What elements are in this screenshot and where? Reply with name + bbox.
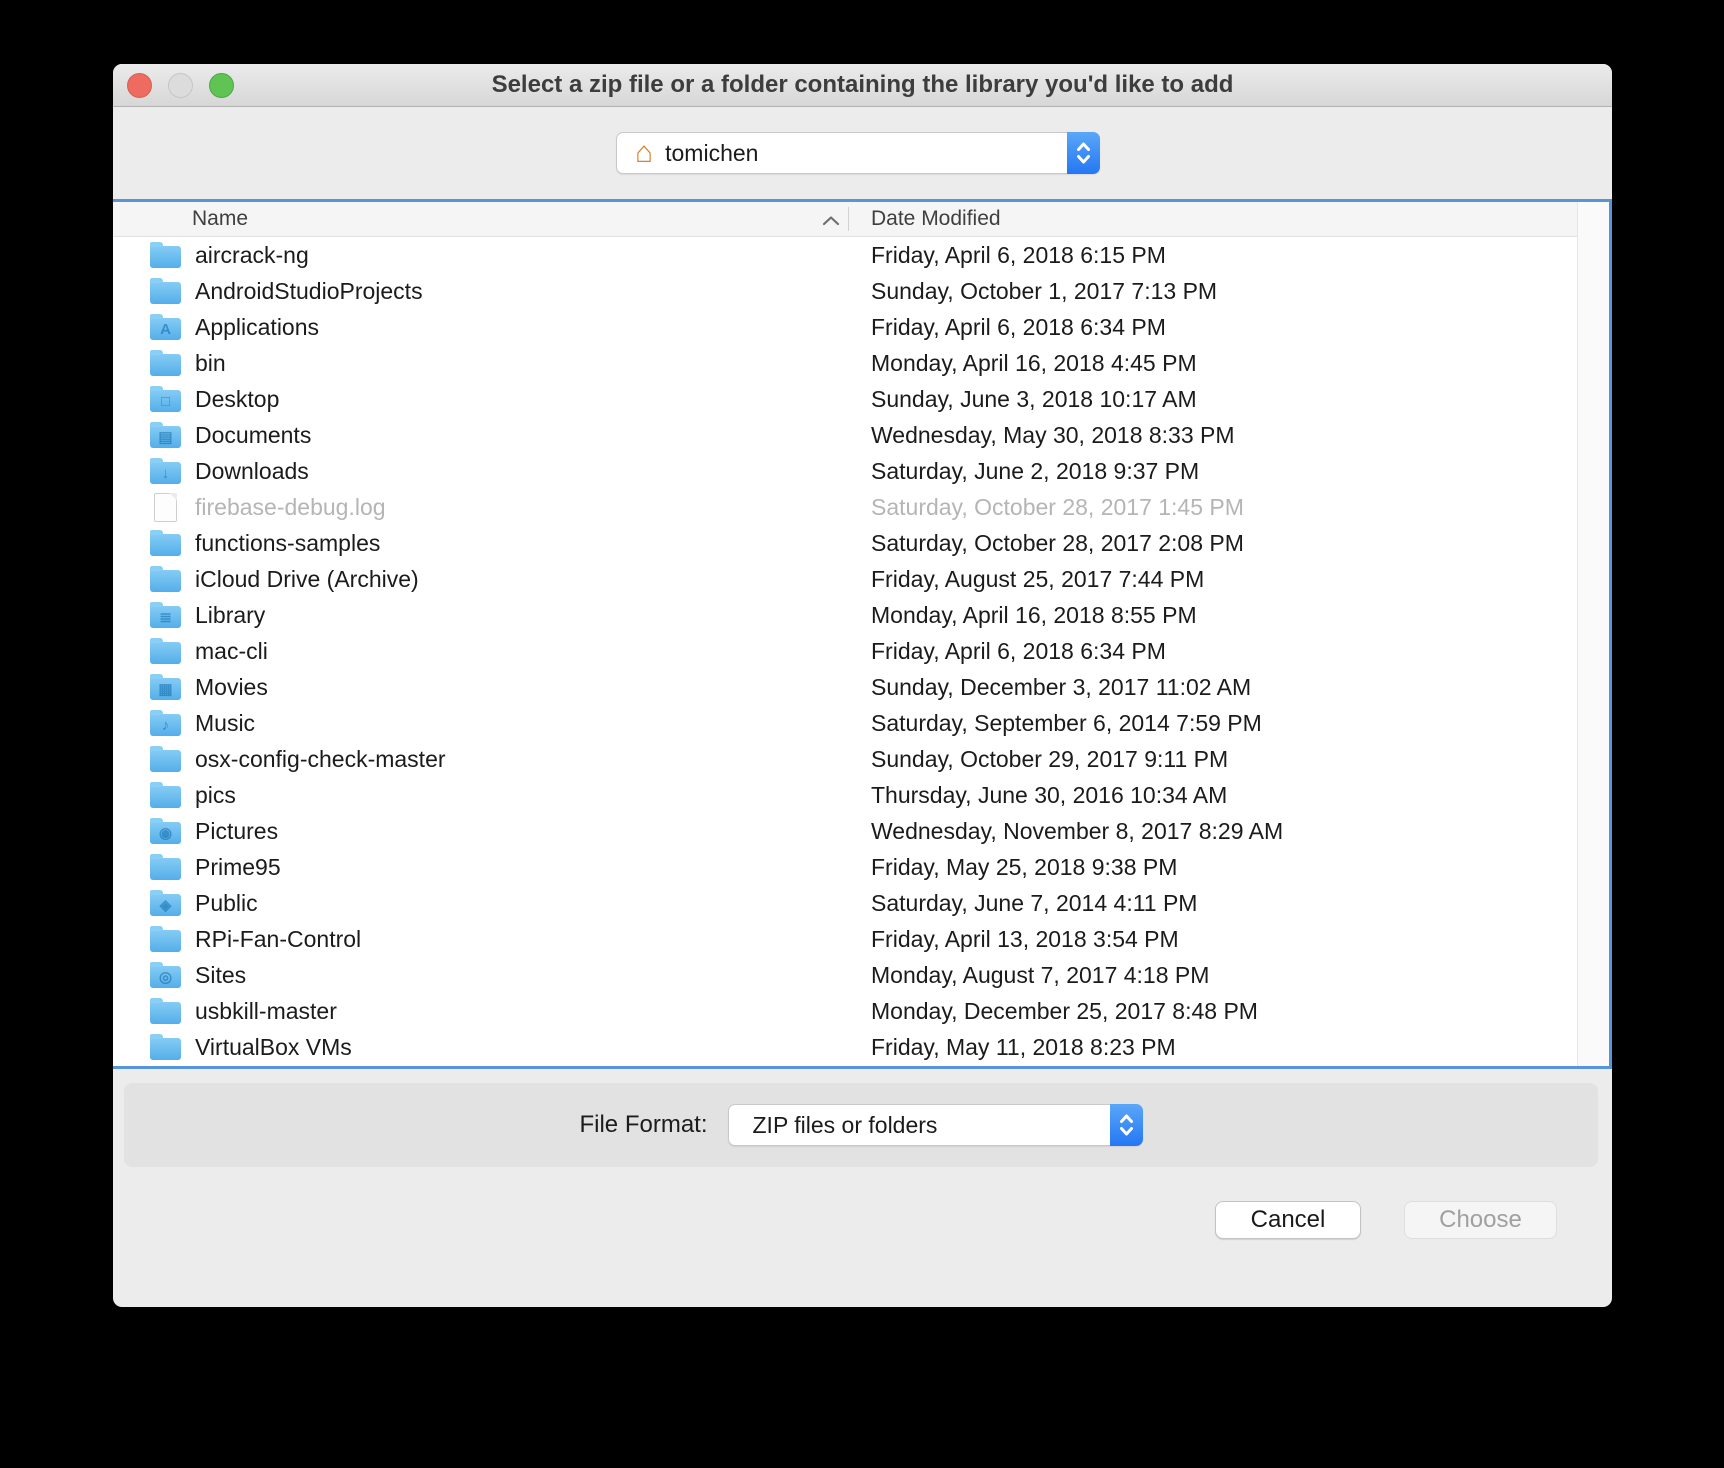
file-date: Friday, May 25, 2018 9:38 PM (871, 854, 1177, 880)
file-date: Monday, August 7, 2017 4:18 PM (871, 962, 1209, 988)
window-title: Select a zip file or a folder containing… (492, 71, 1234, 99)
toolbar: ⌂ tomichen (113, 107, 1612, 199)
file-date: Sunday, October 1, 2017 7:13 PM (871, 278, 1217, 304)
file-row[interactable]: mac-cli Friday, April 6, 2018 6:34 PM (113, 633, 1609, 669)
zoom-button[interactable] (209, 73, 234, 98)
file-row[interactable]: ↓ Downloads Saturday, June 2, 2018 9:37 … (113, 453, 1609, 489)
file-date: Monday, April 16, 2018 4:45 PM (871, 350, 1197, 376)
file-row[interactable]: bin Monday, April 16, 2018 4:45 PM (113, 345, 1609, 381)
cancel-button[interactable]: Cancel (1215, 1201, 1361, 1239)
file-date: Monday, April 16, 2018 8:55 PM (871, 602, 1197, 628)
file-name: Sites (195, 962, 246, 989)
file-date: Saturday, October 28, 2017 2:08 PM (871, 530, 1244, 556)
file-row[interactable]: ◈ Public Saturday, June 7, 2014 4:11 PM (113, 885, 1609, 921)
file-name: Applications (195, 314, 319, 341)
column-divider (848, 207, 849, 231)
file-name: aircrack-ng (195, 242, 309, 269)
file-row[interactable]: RPi-Fan-Control Friday, April 13, 2018 3… (113, 921, 1609, 957)
file-list-header: Name Date Modified (113, 202, 1609, 237)
file-date: Wednesday, May 30, 2018 8:33 PM (871, 422, 1235, 448)
file-row[interactable]: ≣ Library Monday, April 16, 2018 8:55 PM (113, 597, 1609, 633)
close-button[interactable] (127, 73, 152, 98)
file-name: osx-config-check-master (195, 746, 446, 773)
file-date: Thursday, June 30, 2016 10:34 AM (871, 782, 1227, 808)
location-stepper[interactable] (1067, 132, 1100, 174)
file-row[interactable]: osx-config-check-master Sunday, October … (113, 741, 1609, 777)
file-row[interactable]: ▤ Documents Wednesday, May 30, 2018 8:33… (113, 417, 1609, 453)
file-date: Saturday, June 7, 2014 4:11 PM (871, 890, 1197, 916)
traffic-lights (127, 64, 234, 106)
file-row[interactable]: Prime95 Friday, May 25, 2018 9:38 PM (113, 849, 1609, 885)
file-date: Friday, April 6, 2018 6:34 PM (871, 314, 1166, 340)
file-date: Friday, May 11, 2018 8:23 PM (871, 1034, 1176, 1060)
file-format-stepper[interactable] (1110, 1104, 1143, 1146)
up-down-chevrons-icon (1076, 139, 1091, 167)
file-name: bin (195, 350, 226, 377)
file-name: usbkill-master (195, 998, 337, 1025)
file-name: Desktop (195, 386, 279, 413)
file-date: Friday, April 13, 2018 3:54 PM (871, 926, 1179, 952)
choose-button: Choose (1404, 1201, 1557, 1239)
file-name: Documents (195, 422, 311, 449)
file-date: Friday, April 6, 2018 6:15 PM (871, 242, 1166, 268)
file-name: RPi-Fan-Control (195, 926, 361, 953)
file-row[interactable]: ◉ Pictures Wednesday, November 8, 2017 8… (113, 813, 1609, 849)
file-format-select[interactable]: ZIP files or folders (728, 1104, 1143, 1146)
file-format-panel: File Format: ZIP files or folders (124, 1083, 1598, 1167)
file-row[interactable]: ♪ Music Saturday, September 6, 2014 7:59… (113, 705, 1609, 741)
file-date: Saturday, September 6, 2014 7:59 PM (871, 710, 1262, 736)
file-name: Downloads (195, 458, 309, 485)
file-date: Saturday, June 2, 2018 9:37 PM (871, 458, 1199, 484)
location-select[interactable]: ⌂ tomichen (616, 132, 1100, 174)
file-name: VirtualBox VMs (195, 1034, 352, 1061)
file-name: functions-samples (195, 530, 380, 557)
file-name: pics (195, 782, 236, 809)
file-date: Sunday, October 29, 2017 9:11 PM (871, 746, 1228, 772)
file-picker-dialog: Select a zip file or a folder containing… (113, 64, 1612, 1307)
file-list-rows: aircrack-ng Friday, April 6, 2018 6:15 P… (113, 237, 1609, 1066)
file-row[interactable]: ◎ Sites Monday, August 7, 2017 4:18 PM (113, 957, 1609, 993)
column-header-name[interactable]: Name (192, 207, 248, 231)
file-row[interactable]: functions-samples Saturday, October 28, … (113, 525, 1609, 561)
sort-ascending-icon (821, 210, 841, 234)
file-row[interactable]: A Applications Friday, April 6, 2018 6:3… (113, 309, 1609, 345)
file-date: Monday, December 25, 2017 8:48 PM (871, 998, 1258, 1024)
file-name: firebase-debug.log (195, 494, 386, 521)
file-row[interactable]: VirtualBox VMs Friday, May 11, 2018 8:23… (113, 1029, 1609, 1065)
file-list: Name Date Modified aircrack-ng Friday, A… (113, 199, 1612, 1069)
titlebar: Select a zip file or a folder containing… (113, 64, 1612, 107)
home-icon: ⌂ (635, 138, 653, 168)
up-down-chevrons-icon (1119, 1111, 1134, 1139)
file-name: Movies (195, 674, 268, 701)
file-name: iCloud Drive (Archive) (195, 566, 419, 593)
file-format-label: File Format: (579, 1111, 707, 1139)
file-row[interactable]: □ Desktop Sunday, June 3, 2018 10:17 AM (113, 381, 1609, 417)
file-row: firebase-debug.log Saturday, October 28,… (113, 489, 1609, 525)
file-date: Friday, April 6, 2018 6:34 PM (871, 638, 1166, 664)
file-name: mac-cli (195, 638, 268, 665)
location-value: tomichen (665, 140, 758, 167)
file-row[interactable]: iCloud Drive (Archive) Friday, August 25… (113, 561, 1609, 597)
file-date: Friday, August 25, 2017 7:44 PM (871, 566, 1204, 592)
file-row[interactable]: ▦ Movies Sunday, December 3, 2017 11:02 … (113, 669, 1609, 705)
file-name: Public (195, 890, 258, 917)
file-name: AndroidStudioProjects (195, 278, 423, 305)
file-date: Sunday, December 3, 2017 11:02 AM (871, 674, 1251, 700)
file-row[interactable]: usbkill-master Monday, December 25, 2017… (113, 993, 1609, 1029)
file-name: Pictures (195, 818, 278, 845)
column-header-date-modified[interactable]: Date Modified (871, 207, 1001, 231)
file-name: Music (195, 710, 255, 737)
file-format-value: ZIP files or folders (753, 1112, 938, 1139)
file-row[interactable]: AndroidStudioProjects Sunday, October 1,… (113, 273, 1609, 309)
scrollbar-track[interactable] (1577, 202, 1609, 1066)
file-date: Saturday, October 28, 2017 1:45 PM (871, 494, 1244, 520)
minimize-button (168, 73, 193, 98)
file-date: Sunday, June 3, 2018 10:17 AM (871, 386, 1197, 412)
file-row[interactable]: pics Thursday, June 30, 2016 10:34 AM (113, 777, 1609, 813)
file-name: Library (195, 602, 265, 629)
file-row[interactable]: aircrack-ng Friday, April 6, 2018 6:15 P… (113, 237, 1609, 273)
file-date: Wednesday, November 8, 2017 8:29 AM (871, 818, 1283, 844)
file-name: Prime95 (195, 854, 281, 881)
